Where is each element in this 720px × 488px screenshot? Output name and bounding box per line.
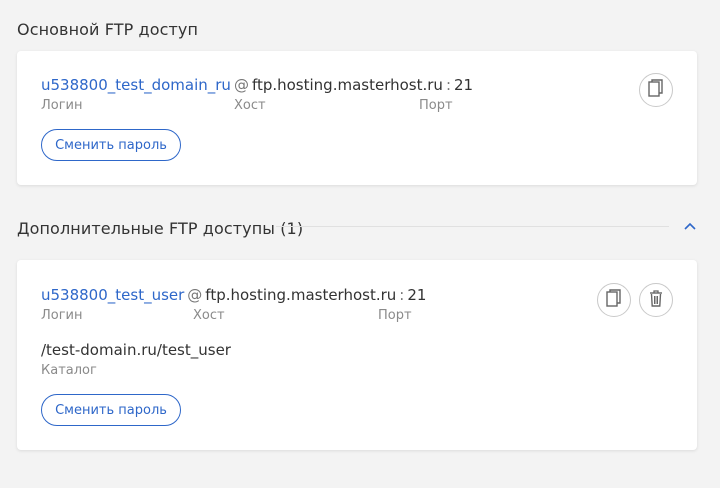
ftp-login[interactable]: u538800_test_domain_ru: [41, 76, 231, 94]
main-ftp-credentials: u538800_test_domain_ru @ ftp.hosting.maste…: [41, 76, 473, 94]
login-label: Логин: [41, 308, 83, 323]
ftp-port: 21: [407, 286, 427, 304]
at-sign: @: [187, 286, 203, 304]
host-label: Хост: [234, 98, 266, 113]
ftp-host: ftp.hosting.masterhost.ru: [205, 286, 397, 304]
additional-ftp-card: u538800_test_user @ ftp.hosting.masterhost…: [17, 260, 697, 450]
change-password-button[interactable]: Сменить пароль: [41, 394, 181, 426]
copy-button[interactable]: [597, 283, 631, 317]
ftp-host: ftp.hosting.masterhost.ru: [251, 76, 443, 94]
main-ftp-section-title: Основной FTP доступ: [17, 20, 199, 39]
colon: :: [445, 76, 451, 94]
at-sign: @: [233, 76, 249, 94]
host-label: Хост: [193, 308, 225, 323]
colon: :: [399, 286, 405, 304]
change-password-button[interactable]: Сменить пароль: [41, 129, 181, 161]
directory-label: Каталог: [41, 363, 97, 378]
additional-ftp-credentials: u538800_test_user @ ftp.hosting.masterhost…: [41, 286, 426, 304]
collapse-toggle[interactable]: [682, 218, 698, 232]
port-label: Порт: [378, 308, 412, 323]
ftp-port: 21: [454, 76, 474, 94]
port-label: Порт: [419, 98, 453, 113]
main-ftp-card: u538800_test_domain_ru @ ftp.hosting.maste…: [17, 51, 697, 185]
copy-button[interactable]: [639, 73, 673, 107]
copy-icon: [606, 289, 622, 311]
directory-path: /test-domain.ru/test_user: [41, 341, 231, 359]
copy-icon: [648, 79, 664, 101]
ftp-access-page: Основной FTP доступ u538800_test_domain_…: [0, 0, 720, 488]
section-divider: [276, 226, 669, 227]
chevron-up-icon: [682, 218, 698, 237]
additional-ftp-section-title: Дополнительные FTP доступы (1): [17, 219, 304, 238]
delete-button[interactable]: [639, 283, 673, 317]
ftp-login[interactable]: u538800_test_user: [41, 286, 184, 304]
login-label: Логин: [41, 98, 83, 113]
trash-icon: [649, 289, 663, 311]
